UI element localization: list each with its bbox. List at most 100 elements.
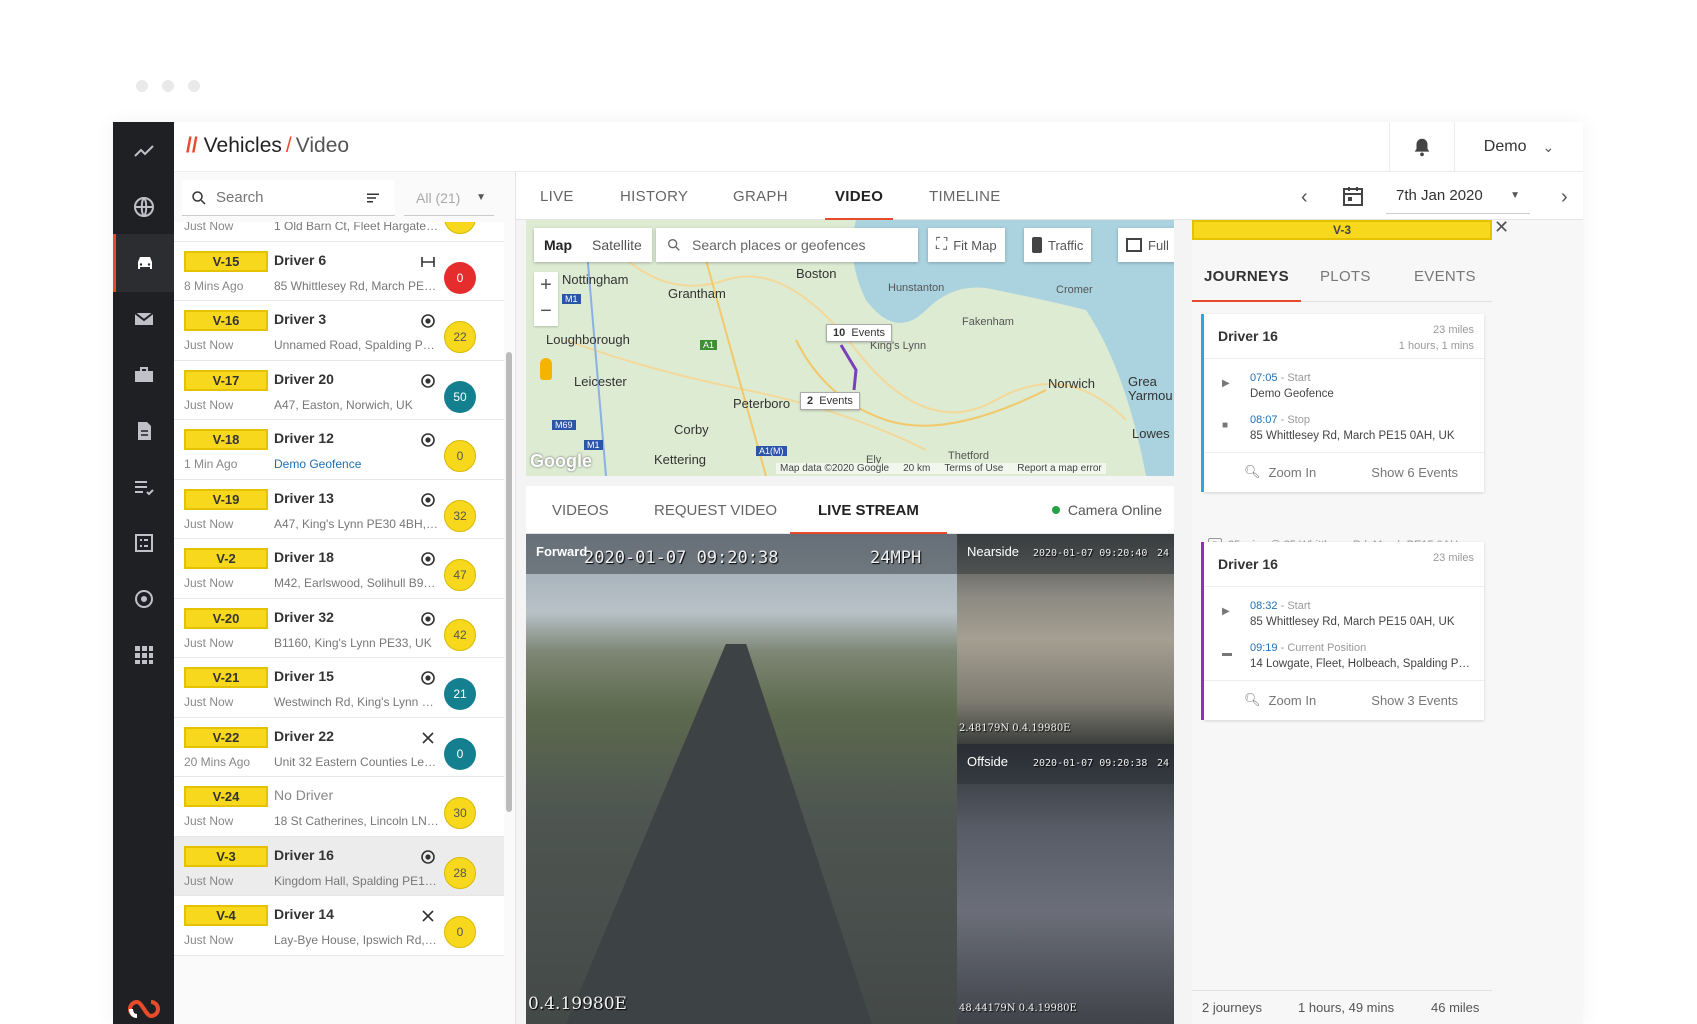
vehicle-address: Unit 32 Eastern Counties Leat... xyxy=(274,754,439,769)
tab-timeline[interactable]: TIMELINE xyxy=(929,172,1001,220)
vehicle-row[interactable]: V-16 Driver 3 Just Now Unnamed Road, Spaldi… xyxy=(174,301,504,361)
vehicle-row[interactable]: V-17 Driver 20 Just Now A47, Easton, Norwic… xyxy=(174,360,504,420)
summary-journeys: 2 journeys xyxy=(1202,1000,1262,1015)
prev-day-button[interactable]: ‹ xyxy=(1301,186,1308,209)
vehicle-search-input[interactable] xyxy=(216,189,356,206)
map-type-map[interactable]: Map xyxy=(534,237,582,253)
document-icon xyxy=(137,422,151,440)
street-view-pegman-icon[interactable] xyxy=(540,358,552,380)
map-view[interactable]: Map Satellite Search places or geofences… xyxy=(526,220,1174,476)
tab-live[interactable]: LIVE xyxy=(540,172,574,220)
car-icon: ▬ xyxy=(1222,648,1232,659)
tab-history[interactable]: HISTORY xyxy=(620,172,688,220)
vehicle-list-scrollbar[interactable] xyxy=(506,352,512,812)
map-search[interactable]: Search places or geofences xyxy=(656,228,918,262)
video-gps: 48.44179N 0.4.19980E xyxy=(959,1003,1077,1014)
tab-videos[interactable]: VIDEOS xyxy=(552,486,609,534)
tab-video[interactable]: VIDEO xyxy=(824,172,894,220)
journey-end: 08:07 - Stop 85 Whittlesey Rd, March PE1… xyxy=(1250,414,1455,442)
tab-events[interactable]: EVENTS xyxy=(1414,250,1476,302)
driver-name: Driver 18 xyxy=(274,549,334,565)
full-button[interactable]: Full xyxy=(1118,228,1174,262)
nav-dashboard[interactable] xyxy=(113,122,174,180)
journey-start: 08:32 - Start 85 Whittlesey Rd, March PE… xyxy=(1250,600,1455,628)
nav-vehicles[interactable] xyxy=(113,234,174,292)
next-day-button[interactable]: › xyxy=(1561,186,1568,209)
nav-checklist[interactable] xyxy=(113,458,174,516)
tab-plots[interactable]: PLOTS xyxy=(1320,250,1371,302)
speed-badge: 22 xyxy=(444,321,476,353)
map-label: Corby xyxy=(674,422,709,437)
calendar-icon[interactable] xyxy=(1341,184,1365,208)
vehicle-row[interactable]: V-22 Driver 22 20 Mins Ago Unit 32 Eastern … xyxy=(174,717,504,777)
vehicle-row[interactable]: V-15 Driver 6 8 Mins Ago 85 Whittlesey Rd, … xyxy=(174,241,504,301)
sort-icon[interactable] xyxy=(364,189,382,207)
tab-request-video[interactable]: REQUEST VIDEO xyxy=(654,486,777,534)
nav-map[interactable] xyxy=(113,178,174,236)
status-indicator xyxy=(419,431,437,449)
journey-card[interactable]: Driver 16 23 miles 1 hours, 1 mins ▶ 07:… xyxy=(1201,314,1484,492)
nav-reports[interactable] xyxy=(113,402,174,460)
nav-settings[interactable] xyxy=(113,570,174,628)
user-menu[interactable]: Demo ⌄ xyxy=(1455,122,1583,172)
map-events-cluster[interactable]: 10 Events xyxy=(826,324,893,342)
nav-jobs[interactable] xyxy=(113,346,174,404)
nav-forms[interactable] xyxy=(113,514,174,572)
driver-name: Driver 22 xyxy=(274,727,334,744)
zoom-out-button[interactable]: − xyxy=(534,298,558,324)
journey-card[interactable]: Driver 16 23 miles ▶ 08:32 - Start 85 Wh… xyxy=(1201,542,1484,720)
nav-apps[interactable] xyxy=(113,626,174,684)
status-indicator xyxy=(419,610,437,628)
expand-icon xyxy=(1126,238,1142,252)
vehicle-tag: V-17 xyxy=(184,369,268,391)
nav-messages[interactable] xyxy=(113,290,174,348)
close-icon[interactable]: ✕ xyxy=(1494,217,1509,238)
tab-journeys[interactable]: JOURNEYS xyxy=(1192,250,1301,302)
vehicle-row[interactable]: Just Now 1 Old Barn Ct, Fleet Hargate, H.… xyxy=(174,222,504,242)
status-indicator xyxy=(419,848,437,866)
zoom-in-button[interactable]: + xyxy=(534,272,558,298)
video-timestamp: 2020-01-07 09:20:38 xyxy=(1033,758,1148,769)
user-name: Demo xyxy=(1483,138,1527,155)
show-events-link[interactable]: Show 6 Events xyxy=(1371,465,1458,480)
show-events-link[interactable]: Show 3 Events xyxy=(1371,693,1458,708)
date-select[interactable]: 7th Jan 2020 ▼ xyxy=(1386,178,1530,214)
last-update: Just Now xyxy=(184,873,234,888)
vehicle-filter-value: All (21) xyxy=(416,189,461,206)
map-scale: 20 km xyxy=(903,463,931,474)
vehicle-address[interactable]: Demo Geofence xyxy=(274,457,439,471)
terms-link[interactable]: Terms of Use xyxy=(944,463,1003,474)
video-offside[interactable]: Offside 2020-01-07 09:20:38 24 48.44179N… xyxy=(957,744,1174,1024)
speed-badge: 32 xyxy=(444,499,476,532)
vehicle-row[interactable]: V-4 Driver 14 Just Now Lay-Bye House, Ipswi… xyxy=(174,896,504,956)
vehicle-row[interactable]: V-24 No Driver Just Now 18 St Catherines, L… xyxy=(174,777,504,837)
vehicle-row[interactable]: V-20 Driver 32 Just Now B1160, King's Lynn … xyxy=(174,598,504,658)
speed-badge: 0 xyxy=(444,916,476,948)
report-error-link[interactable]: Report a map error xyxy=(1017,463,1101,474)
map-type-satellite[interactable]: Satellite xyxy=(582,237,652,253)
vehicle-row[interactable]: V-21 Driver 15 Just Now Westwinch Rd, King'… xyxy=(174,658,504,718)
vehicle-row[interactable]: V-19 Driver 13 Just Now A47, King's Lynn PE… xyxy=(174,479,504,539)
vehicle-row[interactable]: V-2 Driver 18 Just Now M42, Earlswood, Soli… xyxy=(174,539,504,599)
zoom-in-link[interactable]: 🔍︎ Zoom In xyxy=(1244,464,1316,480)
vehicle-row[interactable]: V-3 Driver 16 Just Now Kingdom Hall, Spaldi… xyxy=(174,836,504,896)
journey-stats: 23 miles 1 hours, 1 mins xyxy=(1398,324,1474,352)
speed-badge: 50 xyxy=(444,380,476,413)
journey-stats: 23 miles xyxy=(1433,552,1474,564)
video-nearside[interactable]: Nearside 2020-01-07 09:20:40 24 2.48179N… xyxy=(957,534,1174,744)
map-label: Thetford xyxy=(948,450,989,462)
vehicle-row[interactable]: V-18 Driver 12 1 Min Ago Demo Geofence 0 xyxy=(174,420,504,480)
map-events-cluster[interactable]: 2 Events xyxy=(800,392,860,410)
tab-graph[interactable]: GRAPH xyxy=(733,172,788,220)
list-box-icon xyxy=(134,534,153,552)
breadcrumb-vehicles[interactable]: Vehicles xyxy=(204,134,282,157)
map-search-placeholder: Search places or geofences xyxy=(692,237,866,253)
notifications-button[interactable] xyxy=(1389,122,1455,172)
zoom-in-link[interactable]: 🔍︎ Zoom In xyxy=(1244,692,1316,708)
journey-tabs: JOURNEYS PLOTS EVENTS xyxy=(1192,250,1492,302)
tab-live-stream[interactable]: LIVE STREAM xyxy=(790,486,947,534)
vehicle-filter-select[interactable]: All (21) ▼ xyxy=(404,180,494,216)
traffic-button[interactable]: Traffic xyxy=(1024,228,1092,262)
video-forward[interactable]: Forward 2020-01-07 09:20:38 24MPH 0.4.19… xyxy=(526,534,957,1024)
fit-map-button[interactable]: ⛶ Fit Map xyxy=(928,228,1005,262)
